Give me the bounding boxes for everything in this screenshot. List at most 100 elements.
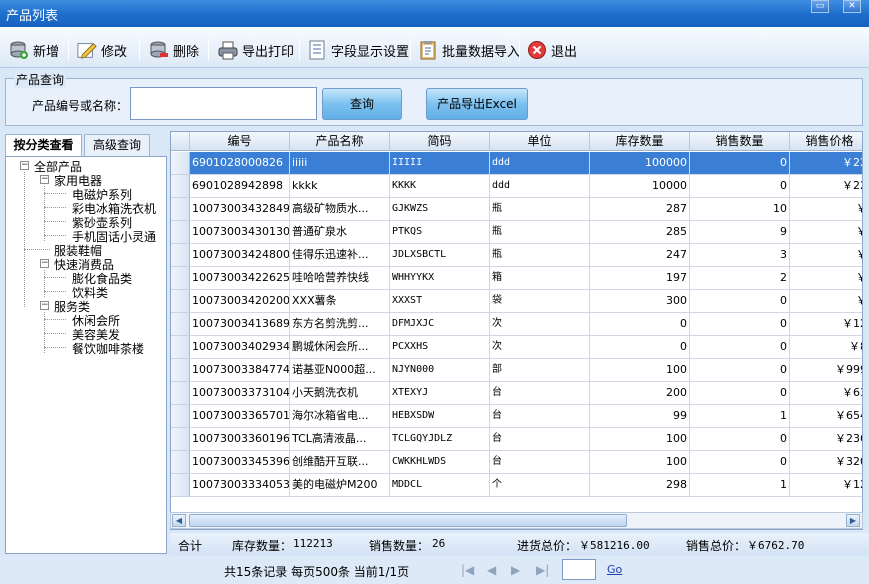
collapse-toggle-icon[interactable]: − [40,259,49,268]
collapse-toggle-icon[interactable]: − [40,301,49,310]
close-window-button[interactable]: ✕ [843,0,861,13]
table-cell: 10073003345396 [190,451,290,474]
maximize-button[interactable]: ▭ [811,0,829,13]
table-cell: 10073003424800 [190,244,290,267]
tab-advanced-query[interactable]: 高级查询 [84,134,150,156]
tab-by-category[interactable]: 按分类查看 [5,134,82,157]
row-header[interactable] [171,382,190,405]
row-header[interactable] [171,451,190,474]
table-cell: ￥ [790,290,862,313]
first-page-icon[interactable]: |◀ [461,563,474,577]
go-button[interactable]: Go [607,563,622,576]
search-button[interactable]: 查询 [322,88,402,120]
table-row[interactable]: 10073003334053美的电磁炉M200MDDCL个2981￥12 [190,474,862,497]
row-header[interactable] [171,474,190,497]
table-cell: 高级矿物质水... [290,198,390,221]
collapse-toggle-icon[interactable]: − [20,161,29,170]
edit-button[interactable]: 修改 [77,39,127,61]
row-header[interactable] [171,198,190,221]
add-button[interactable]: 新增 [9,39,59,61]
table-row[interactable]: 10073003413689东方名剪洗剪...DFMJXJC次00￥12 [190,313,862,336]
export-excel-button[interactable]: 产品导出Excel [426,88,528,120]
column-header[interactable]: 产品名称 [290,132,390,151]
table-row[interactable]: 10073003432849高级矿物质水...GJKWZS瓶28710￥ [190,198,862,221]
prev-page-icon[interactable]: ◀ [487,563,496,577]
table-cell: iiiii [290,152,390,175]
page-number-input[interactable] [562,559,596,580]
table-cell: 0 [690,336,790,359]
table-cell: 10073003360196 [190,428,290,451]
product-search-input[interactable] [130,87,317,120]
row-header[interactable] [171,152,190,175]
table-row[interactable]: 10073003422625哇哈哈营养快线WHHYYKX箱1972￥ [190,267,862,290]
tree-node-leaf[interactable]: 餐饮咖啡茶楼 [72,340,144,357]
sales-qty-value: 26 [432,537,446,550]
add-button-label: 新增 [33,44,60,60]
column-header[interactable]: 简码 [390,132,490,151]
row-header[interactable] [171,290,190,313]
table-cell: XXXST [390,290,490,313]
table-row[interactable]: 10073003373104小天鹅洗衣机XTEXYJ台2000￥63 [190,382,862,405]
table-cell: ￥ [790,198,862,221]
table-cell: MDDCL [390,474,490,497]
table-cell: 10073003373104 [190,382,290,405]
table-row[interactable]: 10073003424800佳得乐迅速补...JDLXSBCTL瓶2473￥ [190,244,862,267]
export-print-label: 导出打印 [242,44,295,60]
table-row[interactable]: 10073003365701海尔冰箱省电...HEBXSDW台991￥654 [190,405,862,428]
purchase-total-label: 进货总价： [517,539,578,553]
column-header[interactable]: 单位 [490,132,590,151]
row-header[interactable] [171,359,190,382]
table-cell: ￥ [790,267,862,290]
purchase-total-value: ￥581216.00 [579,539,650,552]
table-cell: TCLGQYJDLZ [390,428,490,451]
table-row[interactable]: 10073003384774 诺基亚N000超... NJYN000 部 100 0 ￥99… [190,359,862,382]
batch-import-button[interactable]: 批量数据导入 [418,39,520,61]
table-row[interactable]: 6901028942898kkkkKKKKddd100000￥22 [190,175,862,198]
table-cell: ￥12 [790,313,862,336]
pager-info: 共15条记录 每页500条 当前1/1页 [224,565,410,579]
exit-button[interactable]: 退出 [527,39,577,61]
table-row[interactable]: 10073003420200XXX薯条XXXST袋3000￥ [190,290,862,313]
row-header[interactable] [171,313,190,336]
column-header[interactable]: 库存数量 [590,132,690,151]
table-row[interactable]: 10073003360196 TCL高清液晶... TCLGQYJDLZ 台 100 0 ￥… [190,428,862,451]
column-header[interactable]: 销售价格 [790,132,862,151]
table-row[interactable]: 10073003430130普通矿泉水PTKQS瓶2859￥ [190,221,862,244]
table-cell: 9 [690,221,790,244]
row-header[interactable] [171,405,190,428]
row-header[interactable] [171,428,190,451]
table-cell: 10073003420200 [190,290,290,313]
product-grid: 编号 产品名称 简码 单位 库存数量 销售数量 销售价格 69010280008… [170,131,863,530]
table-cell: 部 [490,359,590,382]
summary-total-label: 合计 [178,539,203,553]
table-cell: PTKQS [390,221,490,244]
table-cell: 100000 [590,152,690,175]
field-display-settings-button[interactable]: 字段显示设置 [307,39,409,61]
table-row[interactable]: 10073003402934鹏城休闲会所...PCXXHS次00￥8 [190,336,862,359]
scroll-thumb[interactable] [189,514,627,527]
table-cell: 3 [690,244,790,267]
table-cell: 0 [690,152,790,175]
collapse-toggle-icon[interactable]: − [40,175,49,184]
last-page-icon[interactable]: ▶| [536,563,549,577]
delete-button[interactable]: 删除 [149,39,199,61]
table-cell: JDLXSBCTL [390,244,490,267]
table-cell: 创维酷开互联... [290,451,390,474]
scroll-left-icon[interactable]: ◀ [172,514,186,527]
table-row[interactable]: 6901028000826iiiiiIIIIIddd1000000￥22 [190,152,862,175]
export-print-button[interactable]: 导出打印 [218,39,294,61]
row-header[interactable] [171,336,190,359]
table-row[interactable]: 10073003345396 创维酷开互联... CWKKHLWDS 台 100 0 ￥32… [190,451,862,474]
table-cell: 197 [590,267,690,290]
scroll-right-icon[interactable]: ▶ [846,514,860,527]
row-header[interactable] [171,244,190,267]
column-header[interactable]: 编号 [190,132,290,151]
row-header[interactable] [171,221,190,244]
column-header[interactable]: 销售数量 [690,132,790,151]
row-header[interactable] [171,175,190,198]
next-page-icon[interactable]: ▶ [511,563,520,577]
horizontal-scrollbar[interactable]: ◀ ▶ [170,512,863,529]
row-header[interactable] [171,267,190,290]
edit-pencil-icon [77,40,97,60]
edit-button-label: 修改 [101,44,128,60]
